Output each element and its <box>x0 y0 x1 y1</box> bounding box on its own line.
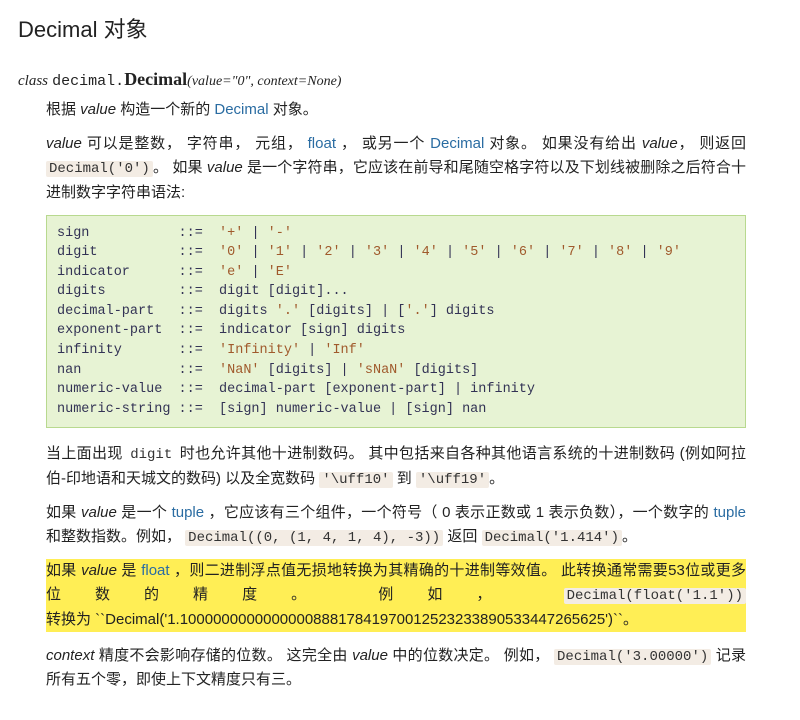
text: 是一个 <box>117 504 172 521</box>
text: 是 <box>117 562 141 579</box>
section-heading: Decimal 对象 <box>18 12 746 47</box>
link-decimal[interactable]: Decimal <box>214 101 268 118</box>
param-value: value <box>642 135 678 152</box>
text: ， 或另一个 <box>336 135 430 152</box>
text: ，它应该有三个组件，一个符号（ 0 表示正数或 1 表示负数），一个数字的 <box>204 504 713 521</box>
text: 如果 <box>46 562 81 579</box>
grammar-block: sign ::= '+' | '-' digit ::= '0' | '1' |… <box>46 215 746 429</box>
class-name: Decimal <box>124 69 187 89</box>
text: 精度不会影响存储的位数。 这完全由 <box>94 647 352 664</box>
para-intro: 根据 value 构造一个新的 Decimal 对象。 <box>46 98 746 122</box>
para-float-highlighted: 如果 value 是 float ，则二进制浮点值无损地转换为其精确的十进制等效… <box>46 559 746 631</box>
code-uff10: '\uff10' <box>319 472 392 488</box>
text: 到 <box>393 470 416 487</box>
keyword-class: class <box>18 73 48 89</box>
text: 。 <box>489 470 504 487</box>
text: 对象。 <box>269 101 318 118</box>
param-value: value <box>81 504 117 521</box>
code-decimal-zero: Decimal('0') <box>46 161 153 177</box>
text: 当上面出现 <box>46 445 127 462</box>
text: 对象。 如果没有给出 <box>484 135 641 152</box>
text: 中的位数决定。 例如， <box>388 647 554 664</box>
signature-params: (value="0", context=None) <box>187 74 341 89</box>
text: 。 <box>622 528 637 545</box>
para-value-types: value 可以是整数， 字符串， 元组， float ， 或另一个 Decim… <box>46 132 746 204</box>
grammar-token-digit: digit <box>127 447 175 463</box>
text: 构造一个新的 <box>116 101 214 118</box>
code-decimal-1414: Decimal('1.414') <box>482 530 622 546</box>
param-value: value <box>207 159 243 176</box>
link-decimal[interactable]: Decimal <box>430 135 484 152</box>
param-context: context <box>46 647 94 664</box>
text: ， 则返回 <box>678 135 746 152</box>
text: 转换为 ``Decimal('1.10000000000000008881784… <box>46 608 746 632</box>
text: 和整数指数。例如， <box>46 528 185 545</box>
code-decimal-300000: Decimal('3.00000') <box>554 649 711 665</box>
param-value: value <box>81 562 117 579</box>
module-path: decimal. <box>52 73 124 90</box>
link-tuple[interactable]: tuple <box>172 504 205 521</box>
para-tuple: 如果 value 是一个 tuple ，它应该有三个组件，一个符号（ 0 表示正… <box>46 501 746 549</box>
text: 根据 <box>46 101 80 118</box>
code-uff19: '\uff19' <box>416 472 489 488</box>
code-decimal-float: Decimal(float('1.1')) <box>564 588 746 604</box>
param-value: value <box>80 101 116 118</box>
param-value: value <box>352 647 388 664</box>
link-float[interactable]: float <box>141 562 169 579</box>
text: 如果 <box>46 504 81 521</box>
para-other-digits: 当上面出现 digit 时也允许其他十进制数码。 其中包括来自各种其他语言系统的… <box>46 442 746 491</box>
link-tuple[interactable]: tuple <box>713 504 746 521</box>
text: 可以是整数， 字符串， 元组， <box>82 135 308 152</box>
code-decimal-tuple: Decimal((0, (1, 4, 1, 4), -3)) <box>185 530 443 546</box>
para-context: context 精度不会影响存储的位数。 这完全由 value 中的位数决定。 … <box>46 644 746 692</box>
link-float[interactable]: float <box>308 135 336 152</box>
param-value: value <box>46 135 82 152</box>
text: 。 如果 <box>153 159 207 176</box>
text: 返回 <box>443 528 481 545</box>
class-signature: class decimal.Decimal(value="0", context… <box>18 65 746 94</box>
